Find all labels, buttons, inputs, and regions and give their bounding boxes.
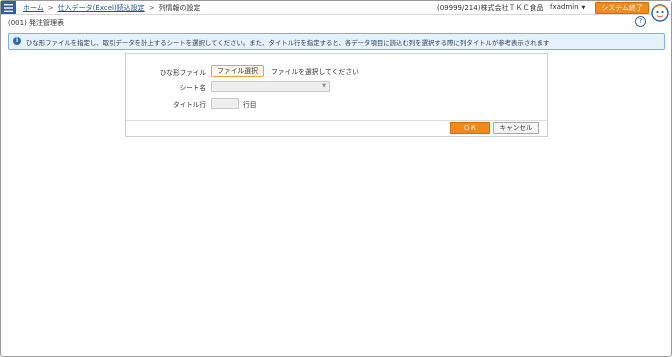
- sheet-name-label: シート名: [179, 84, 206, 92]
- title-row-suffix: 行目: [243, 101, 257, 109]
- breadcrumb-separator: >: [47, 4, 54, 12]
- title-row-label: タイトル行: [173, 101, 206, 109]
- top-bar: ホーム > 仕入データ(Excel)読込設定 > 列情報の設定 (09999/214)株…: [1, 1, 671, 15]
- breadcrumb-home-link[interactable]: ホーム: [23, 4, 44, 12]
- hamburger-menu-icon[interactable]: [1, 1, 16, 14]
- file-status-text: ファイルを選択してください: [271, 68, 359, 76]
- chevron-down-icon: ▼: [322, 83, 326, 89]
- ok-button[interactable]: ＯＫ: [450, 122, 490, 134]
- sheet-name-select[interactable]: ▼: [211, 81, 330, 92]
- help-icon[interactable]: ?: [635, 16, 646, 27]
- breadcrumb-current: 列情報の設定: [158, 4, 201, 12]
- info-message: ひな形ファイルを指定し、取引データを計上するシートを選択してください。また、タイ…: [26, 39, 550, 47]
- user-name: fxadmin: [550, 3, 579, 11]
- caret-down-icon: ▼: [581, 5, 586, 11]
- breadcrumb-import-settings-link[interactable]: 仕入データ(Excel)読込設定: [58, 4, 145, 12]
- info-icon: i: [13, 37, 21, 45]
- breadcrumb: ホーム > 仕入データ(Excel)読込設定 > 列情報の設定: [23, 3, 201, 13]
- company-name: (09999/214)株式会社ＴＫＣ食品: [437, 4, 544, 12]
- page-title: (001) 発注管理表: [8, 19, 65, 27]
- template-file-label: ひな形ファイル: [159, 69, 206, 77]
- cancel-button[interactable]: キャンセル: [493, 122, 539, 134]
- form-panel: ひな形ファイル ファイル選択 ファイルを選択してください シート名 ▼ タイトル…: [125, 53, 548, 137]
- mascot-icon: [651, 4, 669, 22]
- title-row-input[interactable]: [211, 98, 239, 109]
- panel-divider: [126, 120, 547, 121]
- system-exit-button[interactable]: システム終了: [595, 2, 649, 14]
- user-menu[interactable]: fxadmin ▼: [550, 3, 585, 11]
- file-select-button[interactable]: ファイル選択: [211, 65, 264, 77]
- breadcrumb-separator: >: [148, 4, 155, 12]
- info-banner: i ひな形ファイルを指定し、取引データを計上するシートを選択してください。また、…: [8, 33, 665, 50]
